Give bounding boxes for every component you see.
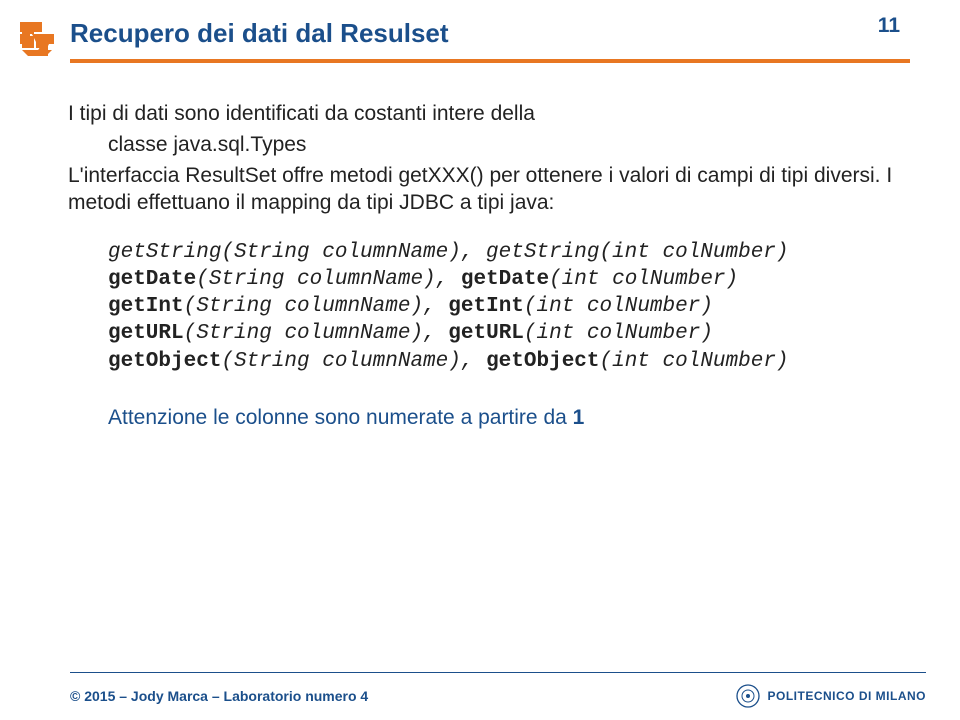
code-bold: getURL <box>448 322 524 345</box>
code-text: (int colNumber) <box>524 322 713 345</box>
code-line-4: getURL(String columnName), getURL(int co… <box>108 320 896 347</box>
note-bold: 1 <box>573 406 585 429</box>
polimi-logo-icon <box>736 684 760 708</box>
footer: © 2015 – Jody Marca – Laboratorio numero… <box>0 672 960 720</box>
code-block: getString(String columnName), getString(… <box>68 239 896 375</box>
code-text: (int colNumber) <box>600 350 789 373</box>
code-line-5: getObject(String columnName), getObject(… <box>108 348 896 375</box>
code-text: (int colNumber) <box>524 295 713 318</box>
code-bold: getInt <box>108 295 184 318</box>
note: Attenzione le colonne sono numerate a pa… <box>68 405 896 432</box>
copyright-text: 2015 – Jody Marca – Laboratorio numero 4 <box>80 688 368 704</box>
down-right-arrow-icon <box>20 22 56 58</box>
title-underline <box>70 59 910 63</box>
code-bold: getURL <box>108 322 184 345</box>
code-bold: getDate <box>108 268 196 291</box>
code-text: (String columnName), <box>221 350 486 373</box>
header: Recupero dei dati dal Resulset 11 <box>0 0 960 63</box>
intro-line-2: classe java.sql.Types <box>68 132 896 159</box>
title-row: Recupero dei dati dal Resulset 11 <box>70 18 910 49</box>
code-bold: getInt <box>448 295 524 318</box>
page-number: 11 <box>878 14 900 38</box>
code-text: (String columnName), <box>184 322 449 345</box>
intro-line-1: I tipi di dati sono identificati da cost… <box>68 101 896 128</box>
note-text: Attenzione le colonne sono numerate a pa… <box>108 406 573 429</box>
intro-line-3: L'interfaccia ResultSet offre metodi get… <box>68 163 896 217</box>
code-bold: getDate <box>461 268 549 291</box>
code-bold: getObject <box>486 350 599 373</box>
copyright-symbol: © <box>70 688 80 704</box>
code-line-2: getDate(String columnName), getDate(int … <box>108 266 896 293</box>
copyright: © 2015 – Jody Marca – Laboratorio numero… <box>70 688 368 704</box>
brand: POLITECNICO DI MILANO <box>736 684 927 708</box>
code-text: (String columnName), <box>196 268 461 291</box>
brand-text: POLITECNICO DI MILANO <box>768 689 927 703</box>
code-text: (String columnName), <box>184 295 449 318</box>
title-block: Recupero dei dati dal Resulset 11 <box>70 18 910 63</box>
code-bold: getObject <box>108 350 221 373</box>
slide: Recupero dei dati dal Resulset 11 I tipi… <box>0 0 960 720</box>
footer-divider <box>70 672 926 673</box>
content: I tipi di dati sono identificati da cost… <box>0 63 960 432</box>
code-text: (int colNumber) <box>549 268 738 291</box>
code-line-1: getString(String columnName), getString(… <box>108 239 896 266</box>
code-line-3: getInt(String columnName), getInt(int co… <box>108 293 896 320</box>
page-title: Recupero dei dati dal Resulset <box>70 18 449 49</box>
